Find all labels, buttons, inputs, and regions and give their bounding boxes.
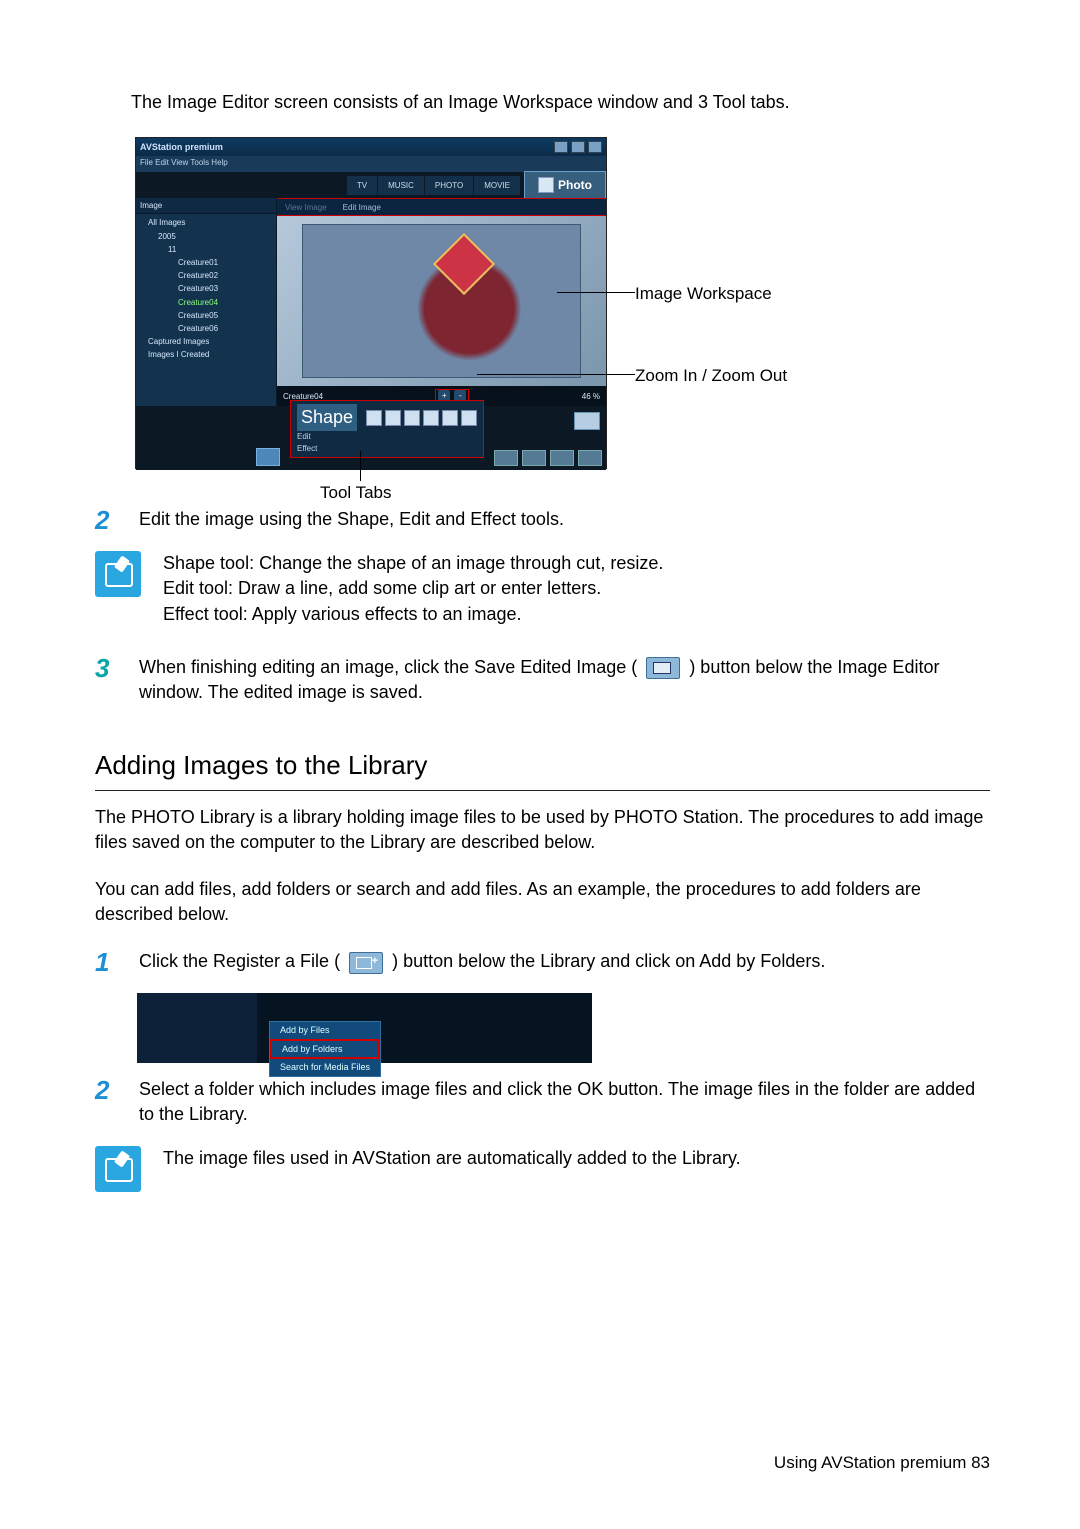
- note-auto-add: The image files used in AVStation are au…: [163, 1146, 741, 1171]
- footer-button-icon[interactable]: [494, 450, 518, 466]
- minimize-icon[interactable]: [554, 141, 568, 153]
- step-3-text: When finishing editing an image, click t…: [139, 655, 990, 705]
- save-edited-image-button[interactable]: [574, 412, 600, 430]
- register-file-screenshot: Add by Files Add by Folders Search for M…: [137, 993, 592, 1063]
- library-para-2: You can add files, add folders or search…: [95, 877, 990, 927]
- lib-step-2-text: Select a folder which includes image fil…: [139, 1077, 990, 1127]
- sidebar-footer: [136, 406, 284, 470]
- tree-item[interactable]: Creature01: [144, 256, 272, 269]
- photo-icon: [538, 177, 554, 193]
- tool-icon[interactable]: [461, 410, 477, 426]
- tool-tabs-box: Shape Edit Effect: [290, 400, 484, 458]
- section-rule: [95, 790, 990, 791]
- tool-tab-effect[interactable]: Effect: [297, 443, 477, 454]
- register-file-menu[interactable]: Add by Files Add by Folders Search for M…: [269, 1021, 381, 1077]
- title-bar: AVStation premium: [136, 138, 606, 156]
- app-window: AVStation premium File Edit View Tools H…: [135, 137, 607, 469]
- tree-created[interactable]: Images I Created: [144, 348, 272, 361]
- close-icon[interactable]: [588, 141, 602, 153]
- sidebar: Image All Images 2005 11 Creature01 Crea…: [136, 198, 277, 406]
- tool-panel: Shape Edit Effect: [284, 406, 606, 470]
- tree-root[interactable]: All Images: [144, 216, 272, 229]
- intro-text: The Image Editor screen consists of an I…: [131, 90, 990, 115]
- editor-subtabs: View Image Edit Image: [277, 198, 606, 216]
- text-fragment: ) button below the Library and click on …: [392, 951, 825, 971]
- callout-label: Tool Tabs: [320, 483, 392, 502]
- step-2-text: Edit the image using the Shape, Edit and…: [139, 507, 990, 533]
- step-number-3: 3: [95, 655, 121, 705]
- image-tree[interactable]: All Images 2005 11 Creature01 Creature02…: [136, 214, 276, 363]
- tree-month[interactable]: 11: [144, 243, 272, 256]
- menu-item-add-files[interactable]: Add by Files: [270, 1022, 380, 1039]
- mini-panel-left: [137, 993, 257, 1063]
- tab-photo[interactable]: PHOTO: [424, 176, 473, 195]
- tab-music[interactable]: MUSIC: [377, 176, 424, 195]
- text-fragment: When finishing editing an image, click t…: [139, 657, 637, 677]
- register-file-icon: [349, 952, 383, 974]
- callout-zoom: Zoom In / Zoom Out: [635, 364, 787, 388]
- step-number-1: 1: [95, 949, 121, 975]
- tool-icon[interactable]: [404, 410, 420, 426]
- window-controls[interactable]: [554, 141, 602, 153]
- note-icon: [95, 551, 141, 597]
- register-file-button[interactable]: [256, 448, 280, 466]
- menu-bar[interactable]: File Edit View Tools Help: [136, 156, 606, 172]
- note-line: Edit tool: Draw a line, add some clip ar…: [163, 576, 663, 601]
- tree-item-selected[interactable]: Creature04: [144, 296, 272, 309]
- section-heading: Adding Images to the Library: [95, 747, 990, 783]
- tool-tab-shape[interactable]: Shape: [297, 404, 357, 431]
- subtab-view-image[interactable]: View Image: [277, 200, 335, 215]
- nav-tabs: TV MUSIC PHOTO MOVIE Photo: [136, 172, 606, 198]
- subtab-edit-image[interactable]: Edit Image: [335, 200, 389, 215]
- text-fragment: Click the Register a File (: [139, 951, 340, 971]
- tool-icon[interactable]: [442, 410, 458, 426]
- tool-tab-edit[interactable]: Edit: [297, 431, 477, 442]
- image-workspace[interactable]: [277, 216, 606, 386]
- lib-step-1-text: Click the Register a File ( ) button bel…: [139, 949, 990, 975]
- window-title: AVStation premium: [140, 141, 223, 154]
- workspace-image: [302, 224, 581, 378]
- tree-item[interactable]: Creature05: [144, 309, 272, 322]
- tree-item[interactable]: Creature02: [144, 269, 272, 282]
- zoom-percent: 46 %: [582, 391, 600, 402]
- tool-icon[interactable]: [423, 410, 439, 426]
- tool-icon[interactable]: [385, 410, 401, 426]
- tree-item[interactable]: Creature03: [144, 282, 272, 295]
- footer-button-icon[interactable]: [550, 450, 574, 466]
- footer-button-icon[interactable]: [522, 450, 546, 466]
- tree-captured[interactable]: Captured Images: [144, 335, 272, 348]
- tool-icon[interactable]: [366, 410, 382, 426]
- maximize-icon[interactable]: [571, 141, 585, 153]
- callout-label: Zoom In / Zoom Out: [635, 366, 787, 385]
- save-edited-image-icon: [646, 657, 680, 679]
- photo-badge: Photo: [524, 171, 606, 199]
- callout-image-workspace: Image Workspace: [635, 282, 772, 306]
- tree-year[interactable]: 2005: [144, 230, 272, 243]
- image-editor-screenshot: AVStation premium File Edit View Tools H…: [135, 137, 935, 497]
- callout-tool-tabs: Tool Tabs: [320, 481, 392, 505]
- tab-movie[interactable]: MOVIE: [473, 176, 520, 195]
- menu-item-search[interactable]: Search for Media Files: [270, 1059, 380, 1076]
- note-line: Shape tool: Change the shape of an image…: [163, 551, 663, 576]
- menu-item-add-folders[interactable]: Add by Folders: [270, 1039, 380, 1060]
- tree-item[interactable]: Creature06: [144, 322, 272, 335]
- footer-button-icon[interactable]: [578, 450, 602, 466]
- photo-badge-label: Photo: [558, 177, 592, 194]
- library-para-1: The PHOTO Library is a library holding i…: [95, 805, 990, 855]
- tab-tv[interactable]: TV: [346, 176, 377, 195]
- callout-label: Image Workspace: [635, 284, 772, 303]
- page-footer: Using AVStation premium 83: [774, 1451, 990, 1475]
- note-line: Effect tool: Apply various effects to an…: [163, 602, 663, 627]
- step-number-2: 2: [95, 507, 121, 533]
- step-number-2b: 2: [95, 1077, 121, 1127]
- sidebar-header: Image: [136, 198, 276, 214]
- note-shape-edit-effect: Shape tool: Change the shape of an image…: [163, 551, 663, 627]
- note-icon: [95, 1146, 141, 1192]
